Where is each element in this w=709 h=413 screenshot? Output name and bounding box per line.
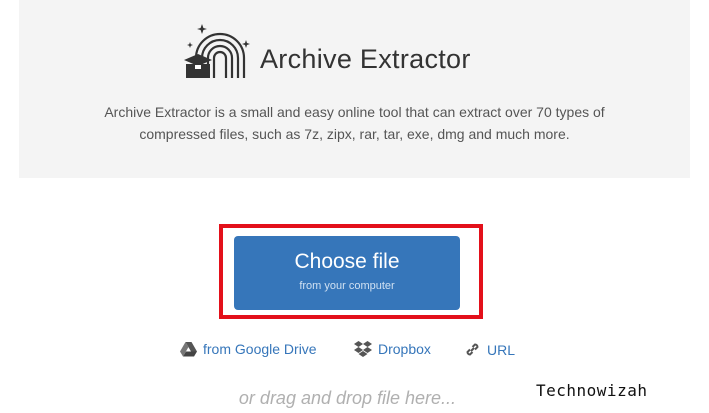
rainbow-box-icon <box>184 24 250 78</box>
dropbox-icon <box>354 341 372 357</box>
app-description: Archive Extractor is a small and easy on… <box>40 101 669 145</box>
link-icon <box>466 343 479 356</box>
url-label: URL <box>487 341 516 358</box>
dropbox-label: Dropbox <box>378 341 431 357</box>
choose-file-sublabel: from your computer <box>299 280 395 292</box>
watermark-text: Technowizah <box>536 381 648 400</box>
app-title: Archive Extractor <box>260 44 471 74</box>
url-link[interactable]: URL <box>464 341 515 358</box>
choose-file-label: Choose file <box>294 250 400 273</box>
hero-section <box>19 0 690 178</box>
alt-sources: from Google Drive Dropbox URL <box>0 341 709 361</box>
choose-file-button[interactable]: Choose file from your computer <box>234 236 460 310</box>
google-drive-icon <box>180 341 197 356</box>
description-line-2: compressed files, such as 7z, zipx, rar,… <box>139 126 570 142</box>
google-drive-link[interactable]: from Google Drive <box>180 341 317 357</box>
description-line-1: Archive Extractor is a small and easy on… <box>104 104 605 120</box>
dropbox-link[interactable]: Dropbox <box>354 341 431 357</box>
google-drive-label: from Google Drive <box>203 341 317 357</box>
